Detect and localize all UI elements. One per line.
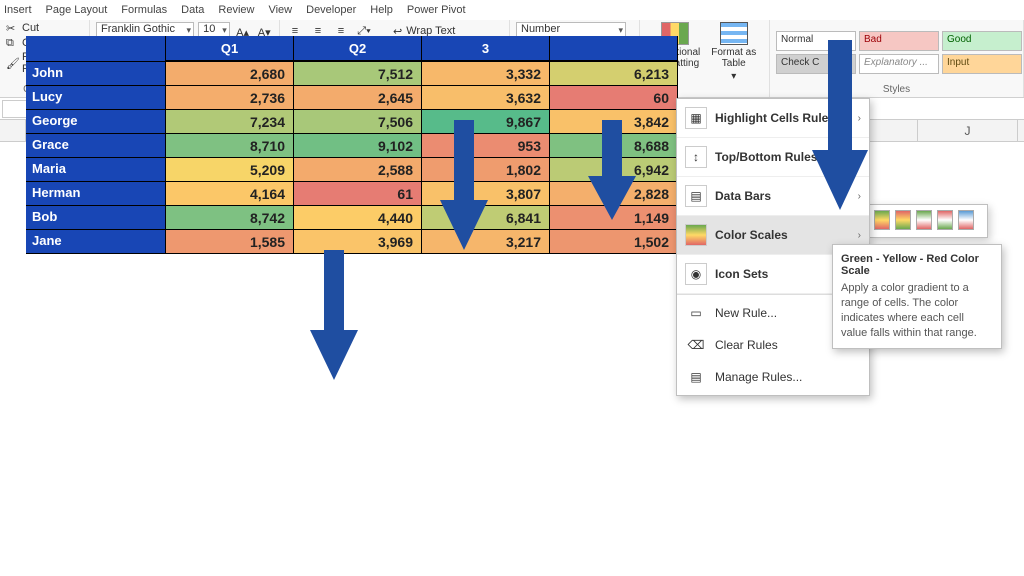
- tab-formulas[interactable]: Formulas: [121, 4, 167, 20]
- anno-arrow-1: [440, 120, 488, 250]
- tooltip: Green - Yellow - Red Color Scale Apply a…: [832, 244, 1002, 349]
- color-scales-gallery: [868, 204, 988, 238]
- row-name[interactable]: Lucy: [26, 86, 166, 109]
- scale-gyr[interactable]: [874, 210, 890, 230]
- cf-manage-rules[interactable]: ▤Manage Rules...: [677, 361, 869, 393]
- clear-icon: ⌫: [685, 334, 707, 356]
- data-cell[interactable]: 9,102: [294, 134, 422, 157]
- row-name[interactable]: Jane: [26, 230, 166, 253]
- data-cell[interactable]: 7,506: [294, 110, 422, 133]
- style-input[interactable]: Input: [942, 54, 1022, 74]
- data-cell[interactable]: 3,632: [422, 86, 550, 109]
- tooltip-body: Apply a color gradient to a range of cel…: [841, 281, 993, 340]
- data-table: Q1 Q2 3 John2,6807,5123,3326,213Lucy2,73…: [26, 36, 678, 254]
- style-bad[interactable]: Bad: [859, 31, 939, 51]
- highlight-icon: ▦: [685, 107, 707, 129]
- table-header-row: Q1 Q2 3: [26, 36, 678, 62]
- style-good[interactable]: Good: [942, 31, 1022, 51]
- tab-power-pivot[interactable]: Power Pivot: [407, 4, 466, 20]
- data-cell[interactable]: 8,710: [166, 134, 294, 157]
- tooltip-title: Green - Yellow - Red Color Scale: [841, 253, 993, 277]
- tab-insert[interactable]: Insert: [4, 4, 32, 20]
- table-row: Lucy2,7362,6453,63260: [26, 86, 678, 110]
- scale-bwr[interactable]: [958, 210, 974, 230]
- scale-gwr[interactable]: [916, 210, 932, 230]
- col-j[interactable]: J: [918, 120, 1018, 141]
- table-icon: [720, 22, 748, 45]
- data-cell[interactable]: 1,585: [166, 230, 294, 253]
- format-as-table-button[interactable]: Format as Table ▾: [705, 22, 764, 82]
- tab-data[interactable]: Data: [181, 4, 204, 20]
- tab-view[interactable]: View: [268, 4, 292, 20]
- table-row: Herman4,164613,8072,828: [26, 182, 678, 206]
- tab-help[interactable]: Help: [370, 4, 393, 20]
- data-cell[interactable]: 2,736: [166, 86, 294, 109]
- table-row: Bob8,7424,4406,8411,149: [26, 206, 678, 230]
- row-name[interactable]: Herman: [26, 182, 166, 205]
- cut-label: Cut: [22, 22, 39, 34]
- data-cell[interactable]: 8,742: [166, 206, 294, 229]
- table-row: George7,2347,5069,8673,842: [26, 110, 678, 134]
- table-row: John2,6807,5123,3326,213: [26, 62, 678, 86]
- manage-icon: ▤: [685, 366, 707, 388]
- data-cell[interactable]: 7,512: [294, 62, 422, 85]
- row-name[interactable]: Maria: [26, 158, 166, 181]
- data-cell[interactable]: 2,680: [166, 62, 294, 85]
- table-row: Maria5,2092,5881,8026,942: [26, 158, 678, 182]
- brush-icon: 🖌: [6, 57, 18, 69]
- ribbon-tabs: Insert Page Layout Formulas Data Review …: [0, 0, 1024, 20]
- data-cell[interactable]: 60: [550, 86, 678, 109]
- tab-review[interactable]: Review: [218, 4, 254, 20]
- hdr-q3[interactable]: 3: [422, 36, 550, 61]
- row-name[interactable]: George: [26, 110, 166, 133]
- scissors-icon: ✂: [6, 22, 18, 34]
- data-cell[interactable]: 61: [294, 182, 422, 205]
- iconsets-icon: ◉: [685, 263, 707, 285]
- anno-arrow-4: [812, 40, 868, 210]
- anno-arrow-2: [588, 120, 636, 220]
- topbottom-icon: ↕: [685, 146, 707, 168]
- anno-arrow-3: [310, 250, 358, 380]
- colorscales-icon: [685, 224, 707, 246]
- tab-developer[interactable]: Developer: [306, 4, 356, 20]
- databars-icon: ▤: [685, 185, 707, 207]
- data-cell[interactable]: 3,332: [422, 62, 550, 85]
- cut-button[interactable]: ✂ Cut: [6, 22, 83, 34]
- new-rule-icon: ▭: [685, 302, 707, 324]
- data-cell[interactable]: 4,164: [166, 182, 294, 205]
- scale-ryg[interactable]: [895, 210, 911, 230]
- row-name[interactable]: Grace: [26, 134, 166, 157]
- fmt-table-label: Format as Table: [705, 47, 764, 69]
- hdr-q2[interactable]: Q2: [294, 36, 422, 61]
- table-corner: [26, 36, 166, 61]
- row-name[interactable]: Bob: [26, 206, 166, 229]
- row-name[interactable]: John: [26, 62, 166, 85]
- style-explanatory[interactable]: Explanatory ...: [859, 54, 939, 74]
- data-cell[interactable]: 4,440: [294, 206, 422, 229]
- hdr-q1[interactable]: Q1: [166, 36, 294, 61]
- data-cell[interactable]: 1,502: [550, 230, 678, 253]
- data-cell[interactable]: 5,209: [166, 158, 294, 181]
- copy-icon: ⧉: [6, 37, 18, 49]
- data-cell[interactable]: 7,234: [166, 110, 294, 133]
- data-cell[interactable]: 6,213: [550, 62, 678, 85]
- table-row: Grace8,7109,1029538,688: [26, 134, 678, 158]
- scale-rwg[interactable]: [937, 210, 953, 230]
- tab-page-layout[interactable]: Page Layout: [46, 4, 108, 20]
- data-cell[interactable]: 2,645: [294, 86, 422, 109]
- group-styles: Normal Bad Good Check C Explanatory ... …: [770, 20, 1024, 97]
- hdr-q4[interactable]: [550, 36, 678, 61]
- data-cell[interactable]: 2,588: [294, 158, 422, 181]
